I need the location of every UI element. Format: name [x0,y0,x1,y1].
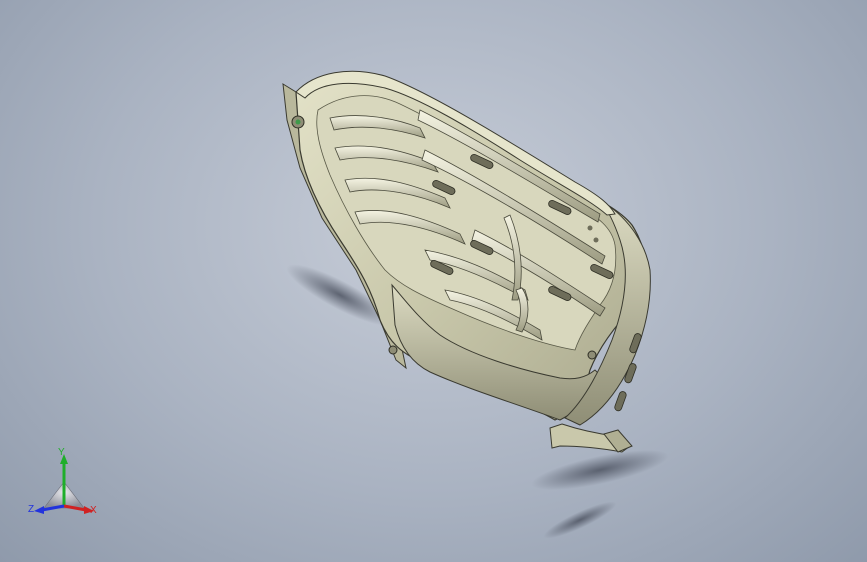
stud-hole [587,350,597,360]
y-axis-label: Y [58,447,65,458]
stud-hole [593,237,599,243]
slot [614,391,627,412]
stud-hole [295,119,301,125]
model-view[interactable] [0,0,867,562]
model-shadow [543,501,617,539]
z-axis-label: Z [28,504,35,515]
3d-viewport[interactable]: Y Z X [0,0,867,562]
model-shadow [531,450,669,490]
x-axis-label: X [90,505,97,516]
z-axis-arrow-icon [34,506,44,514]
heat-shield-part[interactable] [282,70,651,453]
view-orientation-triad[interactable]: Y Z X [26,448,106,523]
stud-hole [587,225,593,231]
stud-hole [388,345,398,355]
